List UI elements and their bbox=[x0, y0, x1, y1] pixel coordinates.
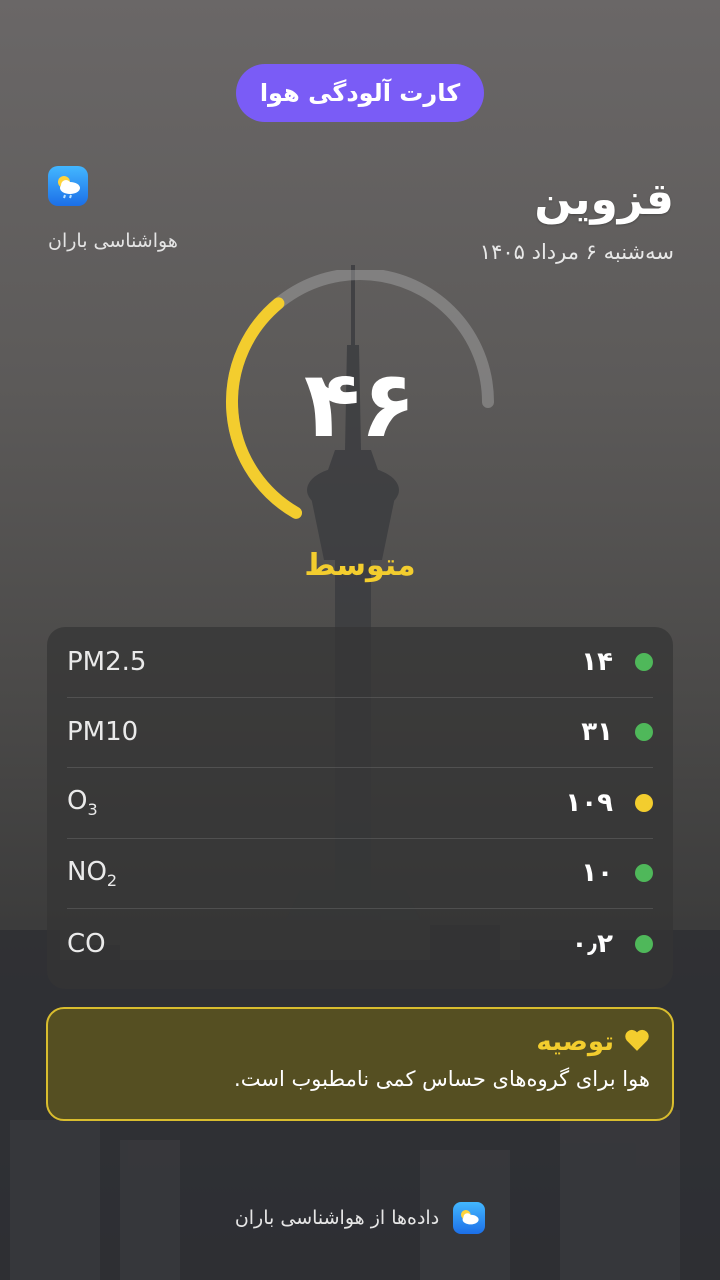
status-dot bbox=[635, 793, 653, 812]
status-dot bbox=[635, 652, 653, 671]
weather-app-icon bbox=[48, 166, 88, 206]
date-label: سه‌شنبه ۶ مرداد ۱۴۰۵ bbox=[479, 240, 674, 264]
pollutant-value: ۳۱ bbox=[581, 717, 613, 748]
brand-name: هواشناسی باران bbox=[48, 230, 178, 252]
recommendation-title: توصیه bbox=[536, 1027, 614, 1057]
pollutants-panel: PM2.5 ۱۴ PM10 ۳۱ O3 ۱۰۹ NO2 ۱۰ CO ۰٫۲ bbox=[47, 627, 673, 989]
pollutant-value: ۰٫۲ bbox=[571, 928, 613, 959]
pollutant-row: CO ۰٫۲ bbox=[67, 909, 653, 979]
status-dot bbox=[635, 723, 653, 742]
footer-attribution: داده‌ها از هواشناسی باران bbox=[210, 1198, 510, 1238]
heart-icon bbox=[624, 1028, 650, 1056]
recommendation-text: هوا برای گروه‌های حساس کمی نامطبوب است. bbox=[234, 1067, 650, 1091]
pollutant-row: PM10 ۳۱ bbox=[67, 698, 653, 768]
status-dot bbox=[635, 864, 653, 883]
aqi-status: متوسط bbox=[304, 548, 416, 583]
aqi-value: ۴۶ bbox=[303, 351, 417, 458]
pollutant-value: ۱۰۹ bbox=[565, 787, 613, 818]
pollutant-value: ۱۰ bbox=[581, 858, 613, 889]
recommendation-card: توصیه هوا برای گروه‌های حساس کمی نامطبوب… bbox=[46, 1007, 674, 1121]
page-title: کارت آلودگی هوا bbox=[259, 79, 461, 107]
pollutant-row: NO2 ۱۰ bbox=[67, 839, 653, 909]
city-name: قزوین bbox=[534, 174, 674, 225]
pollutant-name: PM10 bbox=[67, 717, 139, 748]
pollutant-name: PM2.5 bbox=[67, 646, 147, 677]
page-title-pill: کارت آلودگی هوا bbox=[236, 64, 484, 122]
status-dot bbox=[635, 934, 653, 953]
pollutant-row: O3 ۱۰۹ bbox=[67, 768, 653, 839]
weather-app-icon bbox=[453, 1202, 486, 1234]
pollutant-value: ۱۴ bbox=[581, 646, 613, 677]
pollutant-name: O3 bbox=[67, 786, 98, 820]
footer-text: داده‌ها از هواشناسی باران bbox=[234, 1207, 440, 1229]
pollutant-name: CO bbox=[67, 928, 106, 959]
pollutant-row: PM2.5 ۱۴ bbox=[67, 627, 653, 698]
pollutant-name: NO2 bbox=[67, 856, 118, 890]
